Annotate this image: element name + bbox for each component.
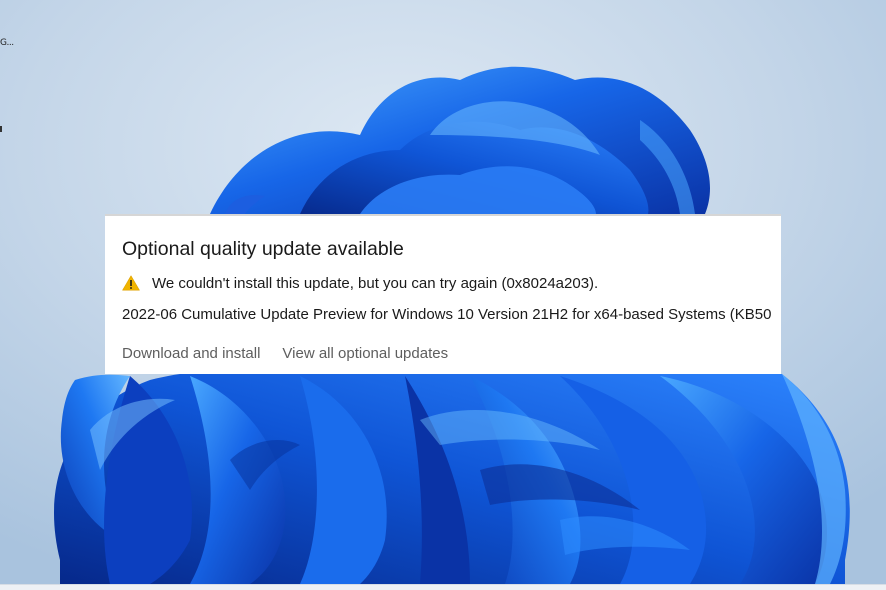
warning-triangle-icon	[122, 275, 140, 291]
warning-row: We couldn't install this update, but you…	[122, 272, 598, 294]
update-name: 2022-06 Cumulative Update Preview for Wi…	[122, 306, 772, 323]
download-and-install-link[interactable]: Download and install	[122, 345, 260, 362]
optional-update-panel: Optional quality update available We cou…	[105, 214, 781, 374]
taskbar	[0, 584, 886, 590]
desktop-icon-label[interactable]: G...	[0, 38, 14, 48]
warning-message: We couldn't install this update, but you…	[152, 274, 599, 292]
panel-title: Optional quality update available	[122, 238, 404, 260]
action-row: Download and install View all optional u…	[122, 345, 448, 362]
desktop-icon-fragment	[0, 126, 2, 132]
view-optional-updates-link[interactable]: View all optional updates	[282, 345, 448, 362]
